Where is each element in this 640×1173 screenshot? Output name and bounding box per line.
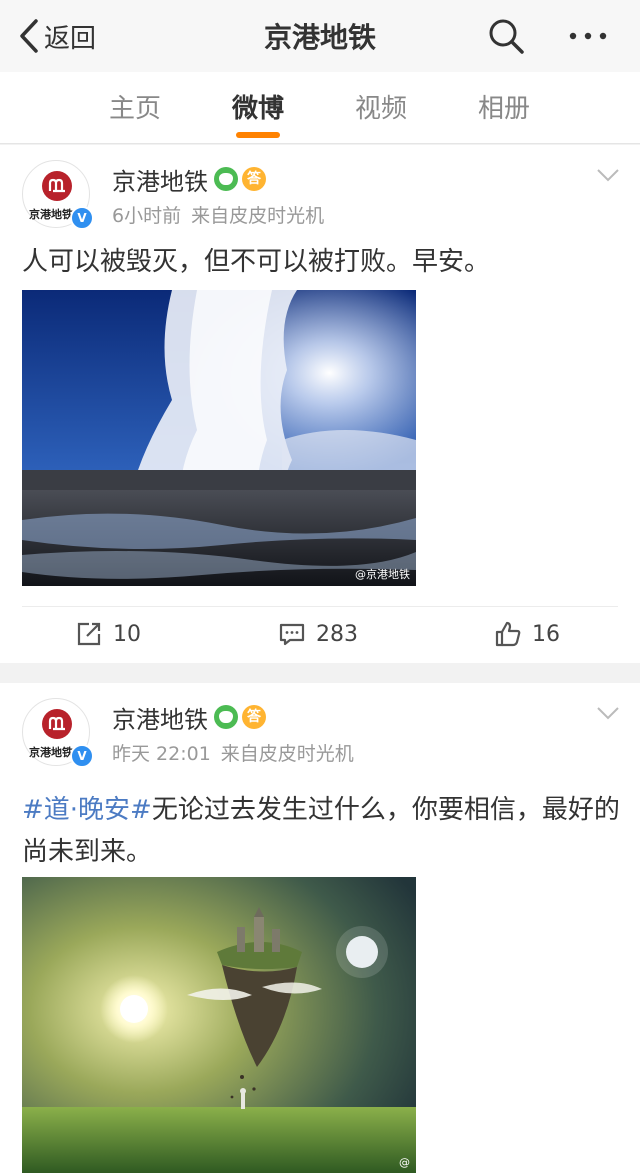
active-tab-indicator (236, 132, 280, 138)
logo-icon (42, 709, 72, 739)
chevron-down-icon[interactable] (596, 167, 620, 183)
comment-button[interactable]: 283 (278, 619, 358, 649)
avatar-label: 京港地铁 (29, 208, 73, 221)
image-watermark: @ (399, 1156, 410, 1169)
post-text: #道·晚安#无论过去发生过什么，你要相信，最好的尚未到来。 (22, 789, 622, 873)
avatar-label: 京港地铁 (29, 746, 73, 759)
logo-icon (42, 171, 72, 201)
tab-home[interactable]: 主页 (85, 88, 185, 125)
more-icon[interactable] (566, 16, 610, 56)
post-time: 昨天 22:01 (112, 743, 211, 765)
repost-count: 10 (113, 621, 141, 647)
tab-weibo[interactable]: 微博 (208, 88, 308, 125)
comment-icon (279, 623, 305, 646)
answer-badge-icon: 答 (242, 705, 266, 729)
tab-video[interactable]: 视频 (331, 88, 431, 125)
share-icon (77, 622, 101, 646)
post-image-geyser[interactable]: @京港地铁 (22, 290, 416, 586)
like-count: 16 (532, 621, 560, 647)
post-source: 来自皮皮时光机 (220, 743, 354, 765)
post-time: 6小时前 (112, 205, 182, 227)
thumbs-up-icon (495, 621, 521, 647)
post-source: 来自皮皮时光机 (191, 205, 325, 227)
post-card: 京港地铁 V 京港地铁 答 昨天 22:01 来自皮皮时光机 #道·晚安#无论过去… (0, 683, 640, 1173)
answer-badge-icon: 答 (242, 167, 266, 191)
like-button[interactable]: 16 (494, 619, 560, 649)
post-text: 人可以被毁灭，但不可以被打败。早安。 (22, 247, 491, 277)
repost-button[interactable]: 10 (75, 619, 141, 649)
post-card: 京港地铁 V 京港地铁 答 6小时前 来自皮皮时光机 人可以被毁灭，但不可以被打败… (0, 145, 640, 663)
member-badge-icon (214, 167, 238, 191)
top-nav-bar: 返回 京港地铁 (0, 0, 640, 72)
member-badge-icon (214, 705, 238, 729)
author-name[interactable]: 京港地铁 (112, 700, 208, 735)
image-watermark: @京港地铁 (355, 568, 410, 581)
post-image-floating-island[interactable]: @ (22, 877, 416, 1173)
tab-album[interactable]: 相册 (454, 88, 554, 125)
chevron-down-icon[interactable] (596, 705, 620, 721)
post-meta: 昨天 22:01 来自皮皮时光机 (112, 739, 354, 766)
search-icon[interactable] (486, 16, 526, 56)
page-title: 京港地铁 (263, 21, 376, 54)
comment-count: 283 (316, 621, 358, 647)
post-meta: 6小时前 来自皮皮时光机 (112, 201, 324, 228)
verified-icon: V (70, 744, 94, 768)
author-name[interactable]: 京港地铁 (112, 162, 208, 197)
divider (22, 606, 618, 607)
verified-icon: V (70, 206, 94, 230)
hashtag-link[interactable]: #道·晚安# (22, 795, 152, 825)
profile-tabs: 主页 微博 视频 相册 (0, 72, 640, 144)
